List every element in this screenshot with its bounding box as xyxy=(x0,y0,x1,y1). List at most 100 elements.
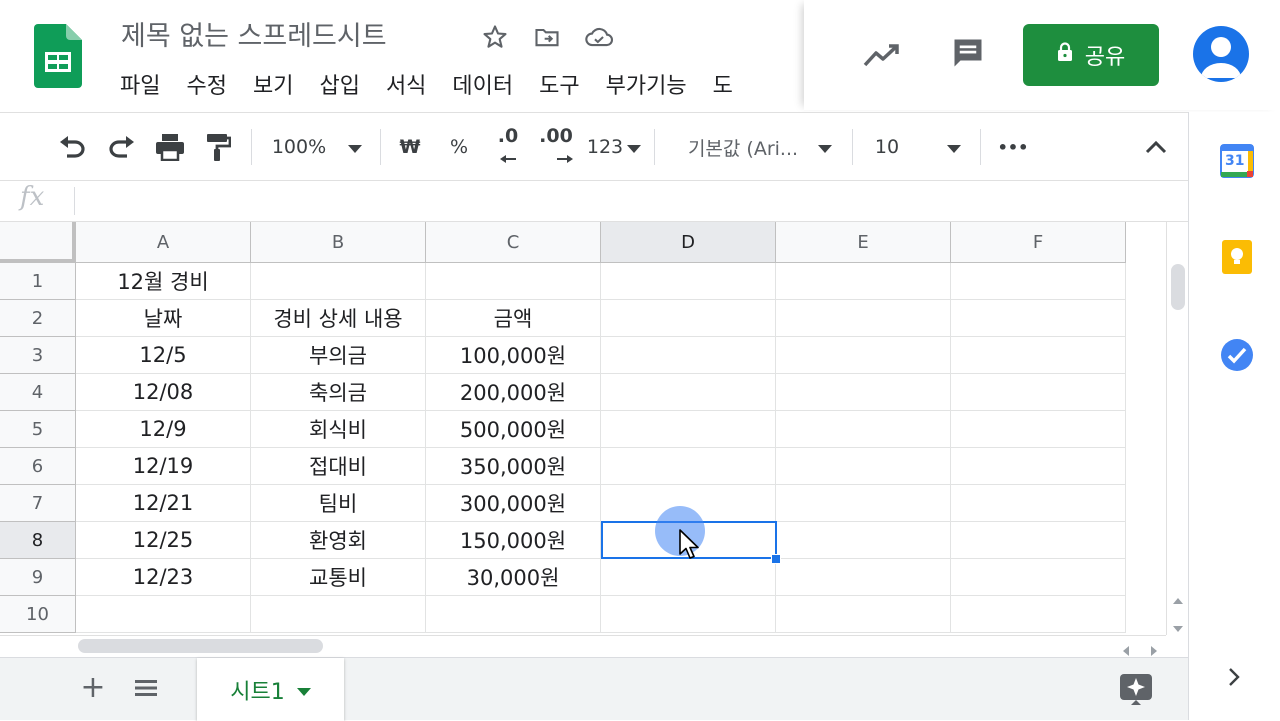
cell-f1[interactable] xyxy=(951,263,1126,300)
undo-icon[interactable] xyxy=(52,113,92,181)
column-header-a[interactable]: A xyxy=(76,222,251,263)
increase-decimal-button[interactable]: .00 xyxy=(534,113,578,181)
cell-b3[interactable]: 부의금 xyxy=(251,337,426,374)
row-header-7[interactable]: 7 xyxy=(0,485,76,522)
chevron-right-icon[interactable] xyxy=(1227,666,1245,688)
cell-d5[interactable] xyxy=(601,411,776,448)
cell-c10[interactable] xyxy=(426,596,601,633)
cell-d8[interactable] xyxy=(601,522,776,559)
select-all-corner[interactable] xyxy=(0,222,76,263)
row-header-6[interactable]: 6 xyxy=(0,448,76,485)
cell-c8[interactable]: 150,000원 xyxy=(426,522,601,559)
column-header-e[interactable]: E xyxy=(776,222,951,263)
cell-f8[interactable] xyxy=(951,522,1126,559)
chevron-down-icon[interactable] xyxy=(296,677,311,702)
scroll-left-icon[interactable] xyxy=(1122,641,1132,656)
row-header-9[interactable]: 9 xyxy=(0,559,76,596)
document-title[interactable]: 제목 없는 스프레드시트 xyxy=(121,14,387,53)
menu-file[interactable]: 파일 xyxy=(120,68,160,100)
scroll-down-icon[interactable] xyxy=(1173,618,1183,632)
zoom-select[interactable]: 100% xyxy=(262,113,372,181)
tasks-icon[interactable] xyxy=(1220,338,1254,372)
menu-view[interactable]: 보기 xyxy=(253,68,293,100)
menu-edit[interactable]: 수정 xyxy=(186,68,226,100)
share-button[interactable]: 공유 xyxy=(1023,24,1159,86)
cell-a10[interactable] xyxy=(76,596,251,633)
cell-e5[interactable] xyxy=(776,411,951,448)
menu-help[interactable]: 도 xyxy=(713,68,733,100)
cell-a6[interactable]: 12/19 xyxy=(76,448,251,485)
cell-a4[interactable]: 12/08 xyxy=(76,374,251,411)
menu-tools[interactable]: 도구 xyxy=(539,68,579,100)
row-header-3[interactable]: 3 xyxy=(0,337,76,374)
row-header-5[interactable]: 5 xyxy=(0,411,76,448)
cell-d1[interactable] xyxy=(601,263,776,300)
menu-format[interactable]: 서식 xyxy=(386,68,426,100)
cell-b5[interactable]: 회식비 xyxy=(251,411,426,448)
cell-f4[interactable] xyxy=(951,374,1126,411)
currency-format-button[interactable]: ₩ xyxy=(394,113,426,181)
cell-a3[interactable]: 12/5 xyxy=(76,337,251,374)
cell-d7[interactable] xyxy=(601,485,776,522)
sheets-logo-icon[interactable] xyxy=(34,24,82,88)
cell-e6[interactable] xyxy=(776,448,951,485)
cell-d2[interactable] xyxy=(601,300,776,337)
cell-c2[interactable]: 금액 xyxy=(426,300,601,337)
vertical-scroll-thumb[interactable] xyxy=(1171,264,1185,310)
cell-e8[interactable] xyxy=(776,522,951,559)
font-family-select[interactable]: 기본값 (Ari... xyxy=(680,113,840,181)
cell-b10[interactable] xyxy=(251,596,426,633)
cell-b1[interactable] xyxy=(251,263,426,300)
activity-trend-icon[interactable] xyxy=(862,38,902,72)
all-sheets-icon[interactable] xyxy=(134,678,160,700)
fill-handle[interactable] xyxy=(771,554,781,564)
cell-a9[interactable]: 12/23 xyxy=(76,559,251,596)
menu-insert[interactable]: 삽입 xyxy=(319,68,359,100)
sheet-tab-1[interactable]: 시트1 xyxy=(197,658,344,721)
column-header-d[interactable]: D xyxy=(601,222,776,263)
cell-e10[interactable] xyxy=(776,596,951,633)
cell-c9[interactable]: 30,000원 xyxy=(426,559,601,596)
collapse-menus-icon[interactable] xyxy=(1140,113,1172,181)
more-options-button[interactable]: ••• xyxy=(996,113,1030,181)
cell-f3[interactable] xyxy=(951,337,1126,374)
scroll-right-icon[interactable] xyxy=(1150,641,1160,656)
cell-b9[interactable]: 교통비 xyxy=(251,559,426,596)
horizontal-scroll-thumb[interactable] xyxy=(78,639,323,653)
menu-addons[interactable]: 부가기능 xyxy=(606,68,687,100)
cell-d3[interactable] xyxy=(601,337,776,374)
cell-a8[interactable]: 12/25 xyxy=(76,522,251,559)
comment-icon[interactable] xyxy=(950,35,986,71)
column-header-b[interactable]: B xyxy=(251,222,426,263)
cell-f7[interactable] xyxy=(951,485,1126,522)
scroll-up-icon[interactable] xyxy=(1173,590,1183,604)
explore-icon[interactable] xyxy=(1119,672,1153,706)
cell-b8[interactable]: 환영회 xyxy=(251,522,426,559)
cell-d9[interactable] xyxy=(601,559,776,596)
column-header-c[interactable]: C xyxy=(426,222,601,263)
paint-format-icon[interactable] xyxy=(198,113,238,181)
row-header-4[interactable]: 4 xyxy=(0,374,76,411)
row-header-1[interactable]: 1 xyxy=(0,263,76,300)
cell-c4[interactable]: 200,000원 xyxy=(426,374,601,411)
cell-e2[interactable] xyxy=(776,300,951,337)
row-header-8[interactable]: 8 xyxy=(0,522,76,559)
row-header-2[interactable]: 2 xyxy=(0,300,76,337)
row-header-10[interactable]: 10 xyxy=(0,596,76,633)
cell-e1[interactable] xyxy=(776,263,951,300)
decrease-decimal-button[interactable]: .0 xyxy=(488,113,528,181)
calendar-icon[interactable]: 31 xyxy=(1220,144,1254,178)
cell-c7[interactable]: 300,000원 xyxy=(426,485,601,522)
cell-c5[interactable]: 500,000원 xyxy=(426,411,601,448)
cell-f5[interactable] xyxy=(951,411,1126,448)
cell-b6[interactable]: 접대비 xyxy=(251,448,426,485)
keep-icon[interactable] xyxy=(1220,240,1254,274)
star-icon[interactable] xyxy=(478,20,512,54)
vertical-scrollbar[interactable] xyxy=(1166,222,1188,635)
redo-icon[interactable] xyxy=(102,113,142,181)
cell-e3[interactable] xyxy=(776,337,951,374)
cell-b7[interactable]: 팀비 xyxy=(251,485,426,522)
print-icon[interactable] xyxy=(150,113,190,181)
cell-f2[interactable] xyxy=(951,300,1126,337)
add-sheet-button[interactable]: + xyxy=(78,672,108,706)
